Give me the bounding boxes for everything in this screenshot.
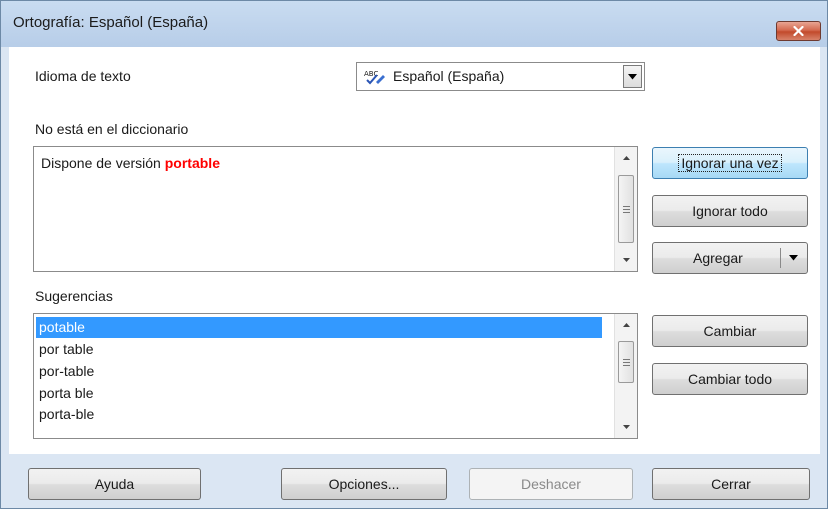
- scroll-down-icon: [622, 258, 630, 262]
- change-all-button[interactable]: Cambiar todo: [652, 363, 808, 395]
- suggestions-scrollbar[interactable]: [614, 314, 637, 438]
- window-title: Ortografía: Español (España): [13, 14, 209, 31]
- close-icon: [793, 26, 804, 36]
- ignore-all-button[interactable]: Ignorar todo: [652, 195, 808, 227]
- scroll-up-icon: [622, 323, 630, 327]
- ignore-once-label: Ignorar una vez: [678, 154, 782, 172]
- sentence-text-area[interactable]: Dispone de versión portable: [33, 146, 638, 272]
- sentence-scrollbar[interactable]: [614, 147, 637, 271]
- suggestion-item[interactable]: porta ble: [36, 383, 602, 404]
- scroll-thumb[interactable]: [618, 175, 634, 243]
- grip-icon: [622, 358, 630, 366]
- title-bar[interactable]: Ortografía: Español (España): [1, 1, 827, 47]
- help-button[interactable]: Ayuda: [28, 468, 201, 500]
- dialog-footer: Ayuda Opciones... Deshacer Cerrar: [1, 454, 827, 508]
- spelling-dialog: Ortografía: Español (España) Idioma de t…: [0, 0, 828, 509]
- chevron-down-icon[interactable]: [789, 255, 798, 261]
- dropdown-arrow-button[interactable]: [623, 65, 642, 88]
- chevron-down-icon: [628, 73, 637, 79]
- suggestion-item-selected[interactable]: potable: [36, 317, 602, 338]
- scroll-up-icon: [622, 156, 630, 160]
- sentence-before-error: Dispone de versión: [41, 155, 165, 171]
- text-language-value: Español (España): [393, 68, 505, 84]
- scroll-down-button[interactable]: [615, 251, 637, 269]
- suggestions-list[interactable]: potable por table por-table porta ble po…: [33, 313, 638, 439]
- options-button[interactable]: Opciones...: [281, 468, 447, 500]
- scroll-thumb[interactable]: [618, 341, 634, 383]
- scroll-down-icon: [622, 425, 630, 429]
- add-button-label: Agregar: [693, 250, 743, 266]
- scroll-down-button[interactable]: [615, 418, 637, 436]
- close-button[interactable]: Cerrar: [652, 468, 810, 500]
- text-language-dropdown[interactable]: ABC Español (España): [356, 62, 645, 91]
- ignore-once-button[interactable]: Ignorar una vez: [652, 147, 808, 179]
- window-close-button[interactable]: [776, 21, 821, 41]
- grip-icon: [622, 205, 630, 213]
- misspelled-word: portable: [164, 155, 220, 171]
- not-in-dictionary-label: No está en el diccionario: [35, 121, 189, 137]
- dialog-content: Idioma de texto ABC Español (España) No …: [9, 47, 820, 454]
- suggestion-item[interactable]: por table: [36, 339, 602, 360]
- add-split-button[interactable]: Agregar: [652, 242, 808, 274]
- change-button[interactable]: Cambiar: [652, 315, 808, 347]
- split-divider: [780, 248, 781, 268]
- text-language-label: Idioma de texto: [35, 68, 131, 84]
- undo-button: Deshacer: [469, 468, 633, 500]
- suggestion-item[interactable]: porta-ble: [36, 404, 602, 425]
- scroll-up-button[interactable]: [615, 149, 637, 167]
- spellcheck-abc-icon: ABC: [364, 70, 385, 85]
- sentence-text: Dispone de versión portable: [41, 155, 220, 171]
- scroll-up-button[interactable]: [615, 316, 637, 334]
- suggestions-label: Sugerencias: [35, 288, 113, 304]
- suggestion-item[interactable]: por-table: [36, 361, 602, 382]
